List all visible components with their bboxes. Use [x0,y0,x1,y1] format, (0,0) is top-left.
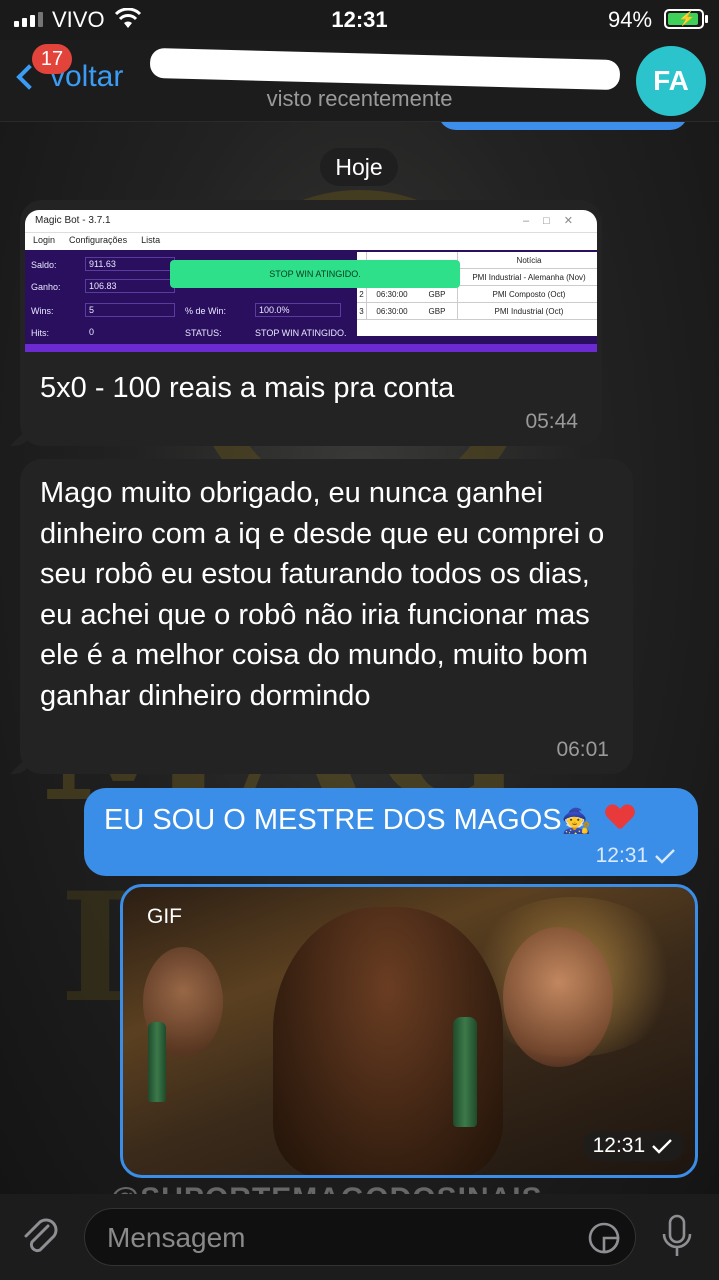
message-composer [0,1194,719,1280]
sticker-icon[interactable] [587,1221,621,1255]
gif-label: GIF [147,905,182,928]
gif-frame-figure [503,927,613,1067]
message-time-row: 12:31 [582,1131,683,1161]
status-label: STATUS: [185,328,222,338]
window-titlebar: Magic Bot - 3.7.1 –□✕ [25,210,597,232]
screenshot-attachment[interactable]: Magic Bot - 3.7.1 –□✕ Login Configuraçõe… [25,210,597,352]
gif-frame-bottle [453,1017,477,1127]
saldo-label: Saldo: [31,260,57,270]
contact-name-redacted[interactable] [149,47,621,91]
message-text-line: EU SOU O MESTRE DOS MAGOS🧙 [104,800,634,843]
stop-win-banner: STOP WIN ATINGIDO. [170,260,460,288]
message-text: Mago muito obrigado, eu nunca ganhei din… [40,477,605,712]
saldo-value: 911.63 [85,257,175,271]
message-input-box[interactable] [84,1208,636,1266]
battery-percentage: 94% [608,7,653,32]
window-controls: –□✕ [523,215,587,227]
status-value: STOP WIN ATINGIDO. [255,328,347,338]
gif-frame-bottle [148,1022,166,1102]
unread-badge: 17 [32,44,72,74]
checkmark-icon [652,1139,672,1154]
table-row: 3 06:30:00 GBP PMI Industrial (Oct) [357,303,597,320]
table-row: 2 06:30:00 GBP PMI Composto (Oct) [357,286,597,303]
paperclip-icon[interactable] [20,1214,60,1258]
last-seen-status: visto recentemente [266,86,453,111]
wizard-emoji: 🧙 [561,808,592,835]
battery-icon: ⚡ [664,9,704,29]
win-pct-value: 100.0% [255,303,341,317]
message-time: 06:01 [556,738,609,761]
heart-emoji-icon [606,805,634,831]
menu-item-lista: Lista [141,235,161,245]
win-pct-label: % de Win: [185,306,227,316]
screenshot-footer-bar [25,344,597,352]
message-time: 12:31 [592,1134,646,1157]
status-bar: VIVO 12:31 94% ⚡ [0,0,719,40]
wins-value: 5 [85,303,175,317]
date-separator: Hoje [320,148,398,186]
microphone-icon[interactable] [660,1212,694,1262]
avatar[interactable]: FA [636,46,706,116]
message-bubble[interactable]: Magic Bot - 3.7.1 –□✕ Login Configuraçõe… [20,200,602,446]
wins-label: Wins: [31,306,54,316]
app-menu: Login Configurações Lista [25,232,597,250]
chat-header: 17 voltar visto recentemente FA [0,40,719,122]
gif-message[interactable]: GIF 12:31 [120,884,698,1178]
menu-item-login: Login [33,235,56,245]
battery-tip [705,15,708,23]
hits-label: Hits: [31,328,49,338]
ganho-value: 106.83 [85,279,175,293]
menu-item-config: Configurações [69,235,128,245]
message-time: 12:31 [595,844,649,867]
message-text: EU SOU O MESTRE DOS MAGOS [104,804,562,836]
message-time: 05:44 [525,410,578,433]
window-title: Magic Bot - 3.7.1 [35,215,111,226]
hits-value: 0 [89,327,95,337]
checkmark-icon [655,849,675,864]
message-bubble[interactable]: Mago muito obrigado, eu nunca ganhei din… [20,459,633,774]
message-text: 5x0 - 100 reais a mais pra conta [40,372,455,404]
ganho-label: Ganho: [31,282,61,292]
message-input[interactable] [107,1219,567,1257]
message-time-row: 12:31 [596,844,676,868]
outgoing-message-bubble[interactable]: EU SOU O MESTRE DOS MAGOS🧙 12:31 [84,788,698,876]
